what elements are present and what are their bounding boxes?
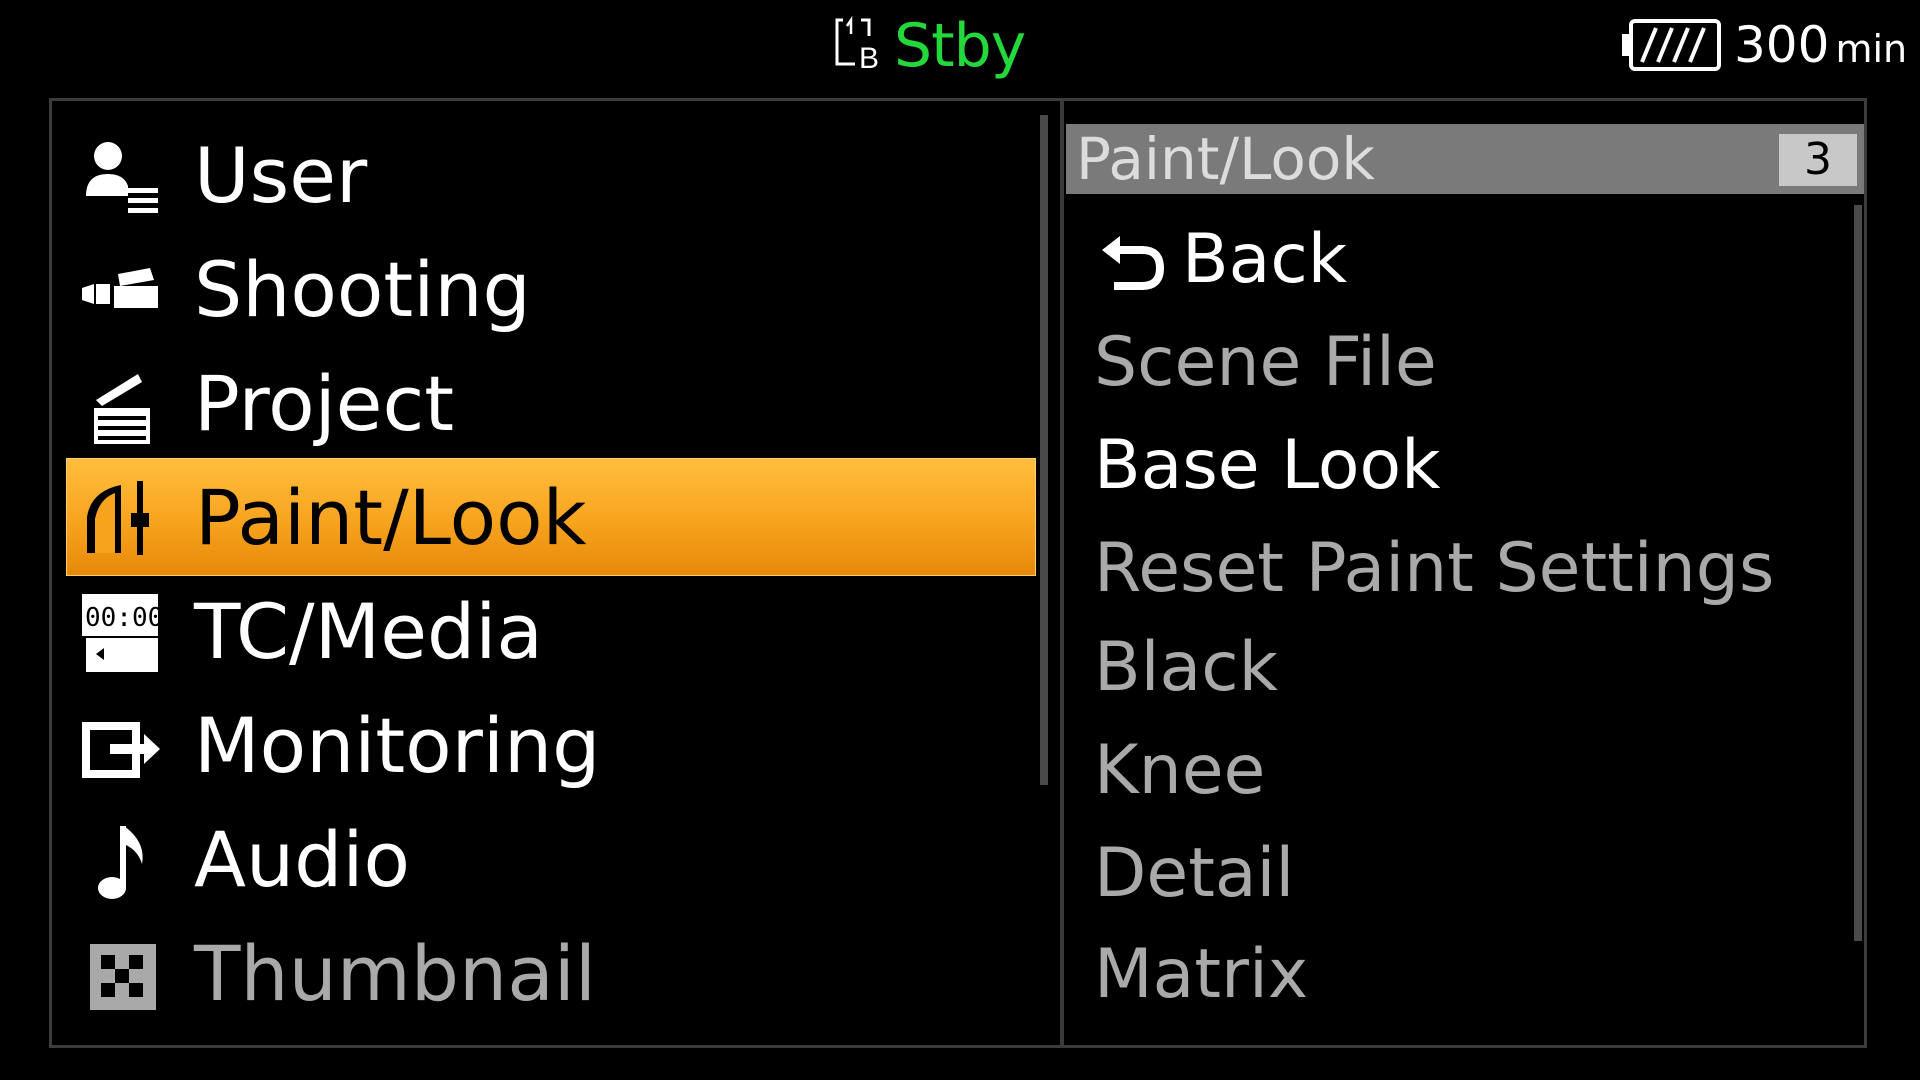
clapperboard-icon: [94, 374, 150, 444]
menu-item-shooting[interactable]: Shooting: [66, 234, 1036, 346]
battery-remaining-unit: min: [1835, 27, 1908, 71]
submenu-item-label: Back: [1182, 220, 1348, 299]
thumbnail-icon: [90, 944, 156, 1010]
pane-divider: [1060, 101, 1064, 1045]
submenu-header: Paint/Look 3: [1066, 124, 1864, 194]
menu-item-user[interactable]: User: [66, 120, 1036, 232]
media-slot-icon: B: [835, 15, 879, 72]
submenu-item-label: Black: [1094, 628, 1278, 707]
monitor-output-icon: [82, 722, 160, 778]
submenu-item-label: Detail: [1094, 834, 1295, 913]
timecode-text: 00:00: [85, 603, 162, 633]
battery-icon: [1622, 19, 1721, 71]
submenu-item-detail[interactable]: Detail: [1094, 824, 1834, 924]
menu-item-label: Shooting: [194, 245, 531, 334]
main-menu-scrollbar[interactable]: [1040, 115, 1048, 785]
back-arrow-icon: [1102, 236, 1165, 290]
music-note-icon: [98, 826, 143, 899]
submenu-item-label: Matrix: [1094, 935, 1309, 1014]
battery-remaining: 300 min: [1734, 10, 1907, 84]
menu-item-label: Monitoring: [194, 701, 601, 790]
menu-item-tc-media[interactable]: 00:00 TC/Media: [66, 576, 1036, 688]
menu-item-label: Project: [194, 359, 455, 448]
status-bar: B Stby 300 min: [0, 0, 1920, 98]
timecode-icon: 00:00: [82, 594, 162, 672]
submenu-item-scene-file[interactable]: Scene File: [1094, 313, 1834, 413]
submenu-scrollbar[interactable]: [1854, 205, 1862, 941]
submenu-item-black[interactable]: Black: [1094, 618, 1834, 718]
camera-icon: [82, 268, 158, 308]
menu-item-audio[interactable]: Audio: [66, 804, 1036, 916]
paint-look-icon: [87, 481, 149, 555]
menu-item-label: Audio: [194, 815, 411, 904]
menu-item-monitoring[interactable]: Monitoring: [66, 690, 1036, 802]
recording-status: Stby: [894, 11, 1026, 81]
menu-item-label: Thumbnail: [194, 929, 597, 1018]
submenu-item-back[interactable]: Back: [1094, 210, 1834, 310]
submenu-item-label: Reset Paint Settings: [1094, 529, 1775, 608]
menu-item-label: Paint/Look: [195, 473, 587, 562]
submenu-item-label: Scene File: [1094, 323, 1437, 402]
menu-item-label: TC/Media: [194, 587, 543, 676]
slot-letter: B: [859, 42, 879, 72]
submenu-item-reset-paint-settings[interactable]: Reset Paint Settings: [1094, 519, 1834, 619]
submenu-item-knee[interactable]: Knee: [1094, 721, 1834, 821]
menu-item-project[interactable]: Project: [66, 348, 1036, 460]
menu-item-paint-look[interactable]: Paint/Look: [66, 458, 1036, 576]
submenu-item-label: Knee: [1094, 731, 1266, 810]
battery-remaining-value: 300: [1734, 16, 1830, 74]
page-number-badge: 3: [1779, 134, 1857, 186]
submenu-item-label: Base Look: [1094, 426, 1441, 505]
submenu-title: Paint/Look: [1076, 125, 1375, 193]
submenu-item-base-look[interactable]: Base Look: [1094, 416, 1834, 516]
submenu-item-matrix[interactable]: Matrix: [1094, 925, 1834, 1025]
menu-item-label: User: [194, 131, 368, 220]
user-icon: [86, 142, 158, 213]
menu-item-thumbnail[interactable]: Thumbnail: [66, 918, 1036, 1030]
